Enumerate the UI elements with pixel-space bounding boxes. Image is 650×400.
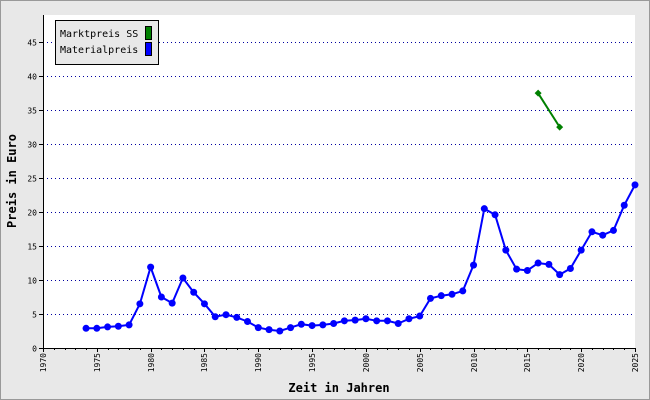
- data-point: [523, 267, 531, 275]
- data-point: [599, 231, 607, 239]
- x-tick-label: 1975: [93, 353, 102, 372]
- data-point: [491, 211, 499, 219]
- y-tick-label: 30: [27, 141, 37, 150]
- data-point: [566, 264, 574, 272]
- legend-label: Marktpreis SS: [60, 29, 138, 40]
- x-tick-label: 2010: [470, 353, 479, 372]
- data-point: [244, 317, 252, 325]
- data-point: [125, 321, 133, 329]
- data-point: [405, 315, 413, 323]
- data-point: [577, 246, 585, 254]
- data-point: [287, 324, 295, 332]
- data-point: [147, 263, 155, 271]
- data-point: [620, 201, 628, 209]
- data-point: [362, 315, 370, 323]
- data-point: [222, 311, 230, 319]
- x-axis-title: Zeit in Jahren: [288, 381, 389, 395]
- data-point: [297, 320, 305, 328]
- x-tick-label: 1980: [147, 353, 156, 372]
- y-tick-label: 0: [32, 345, 37, 354]
- x-tick-label: 1990: [254, 353, 263, 372]
- data-point: [340, 317, 348, 325]
- data-point: [211, 313, 219, 321]
- x-tick-label: 2000: [362, 353, 371, 372]
- y-tick-label: 10: [27, 277, 37, 286]
- data-point: [200, 300, 208, 308]
- legend: Marktpreis SS Materialpreis: [55, 20, 159, 65]
- data-point: [308, 322, 316, 330]
- data-point: [631, 181, 639, 189]
- data-point: [136, 300, 144, 308]
- data-point: [480, 205, 488, 213]
- data-point: [534, 259, 542, 267]
- data-point: [319, 321, 327, 329]
- data-point: [448, 290, 456, 298]
- x-tick-label: 1995: [308, 353, 317, 372]
- data-point: [437, 292, 445, 300]
- data-point: [265, 326, 273, 334]
- data-point: [416, 312, 424, 320]
- legend-swatch: [145, 26, 152, 40]
- x-tick-label: 2015: [523, 353, 532, 372]
- data-point: [545, 260, 553, 268]
- data-point: [114, 322, 122, 330]
- y-tick-label: 25: [27, 175, 37, 184]
- x-tick-label: 2020: [577, 353, 586, 372]
- data-point: [513, 265, 521, 273]
- data-point: [179, 274, 187, 282]
- data-point: [459, 287, 467, 295]
- legend-swatch: [145, 42, 152, 56]
- data-point: [609, 226, 617, 234]
- y-tick-label: 15: [27, 243, 37, 252]
- y-tick-label: 45: [27, 39, 37, 48]
- y-tick-label: 5: [32, 311, 37, 320]
- data-point: [502, 246, 510, 254]
- legend-label: Materialpreis: [60, 45, 138, 56]
- x-tick-label: 1985: [200, 353, 209, 372]
- data-point: [330, 320, 338, 328]
- data-point: [82, 324, 90, 332]
- data-point: [383, 317, 391, 325]
- x-tick-label: 1970: [39, 353, 48, 372]
- y-tick-label: 40: [27, 73, 37, 82]
- y-tick-label: 20: [27, 209, 37, 218]
- data-point: [351, 316, 359, 324]
- data-point: [254, 324, 262, 332]
- data-point: [588, 228, 596, 236]
- x-tick-label: 2025: [631, 353, 640, 372]
- data-point: [556, 271, 564, 279]
- data-point: [373, 317, 381, 325]
- data-point: [276, 327, 284, 335]
- data-point: [93, 324, 101, 332]
- data-point: [470, 261, 478, 269]
- y-tick-label: 35: [27, 107, 37, 116]
- line-chart: 0510152025303540451970 1975 1980 1985 1990 19…: [5, 15, 640, 395]
- data-point: [104, 323, 112, 331]
- data-point: [394, 320, 402, 328]
- data-point: [426, 294, 434, 302]
- data-point: [233, 313, 241, 321]
- x-tick-label: 2005: [416, 353, 425, 372]
- data-point: [157, 293, 165, 301]
- data-point: [190, 288, 198, 296]
- y-axis-title: Preis in Euro: [5, 134, 19, 228]
- data-point: [168, 299, 176, 307]
- legend-box: [55, 20, 159, 65]
